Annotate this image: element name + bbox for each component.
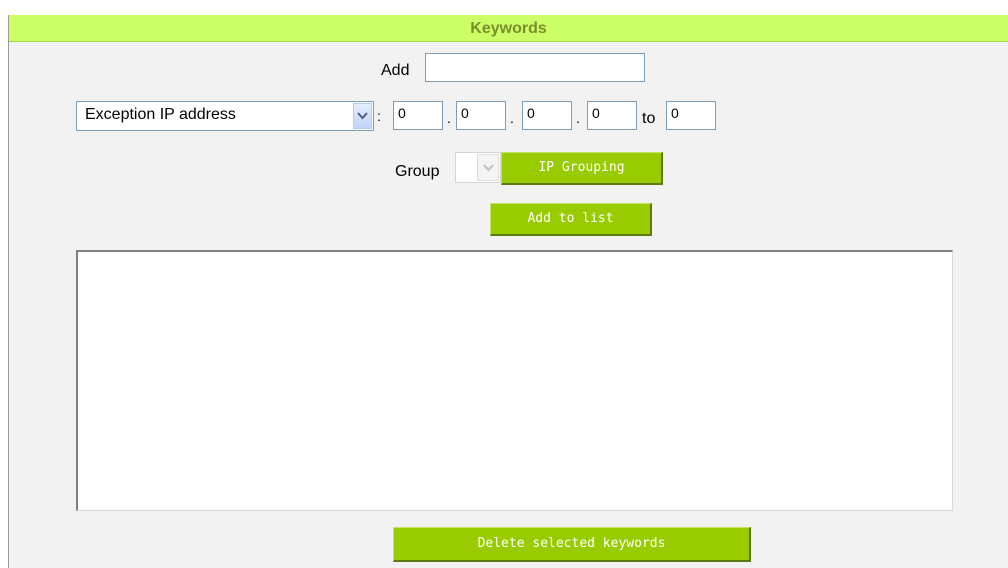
ip-grouping-button[interactable]: IP Grouping [501, 152, 663, 185]
group-select[interactable] [455, 152, 501, 183]
ip-to-label: to [642, 110, 656, 127]
ip-octet-2-input[interactable]: 0 [456, 101, 506, 130]
type-select[interactable]: Exception IP address [76, 101, 374, 131]
ip-octet-4-input[interactable]: 0 [587, 101, 637, 130]
keywords-panel: Keywords Add Exception IP address : 0 . … [8, 15, 1008, 568]
ip-dot-1: . [447, 110, 451, 126]
add-to-list-button[interactable]: Add to list [490, 203, 652, 236]
ip-dot-3: . [576, 110, 580, 126]
ip-range-end-input[interactable]: 0 [666, 101, 716, 130]
ip-octet-3-input[interactable]: 0 [522, 101, 572, 130]
type-select-value: Exception IP address [85, 106, 236, 123]
panel-header: Keywords [9, 15, 1008, 42]
group-label: Group [395, 163, 440, 180]
add-label: Add [381, 62, 410, 79]
delete-selected-keywords-button[interactable]: Delete selected keywords [393, 527, 751, 562]
ip-dot-2: . [510, 110, 514, 126]
chevron-down-icon[interactable] [477, 154, 499, 181]
panel-title: Keywords [470, 20, 547, 37]
ip-octet-1-input[interactable]: 0 [393, 101, 443, 130]
keyword-list[interactable] [76, 250, 953, 511]
chevron-down-icon[interactable] [353, 103, 372, 129]
ip-colon: : [377, 108, 381, 124]
add-keyword-input[interactable] [425, 53, 645, 82]
